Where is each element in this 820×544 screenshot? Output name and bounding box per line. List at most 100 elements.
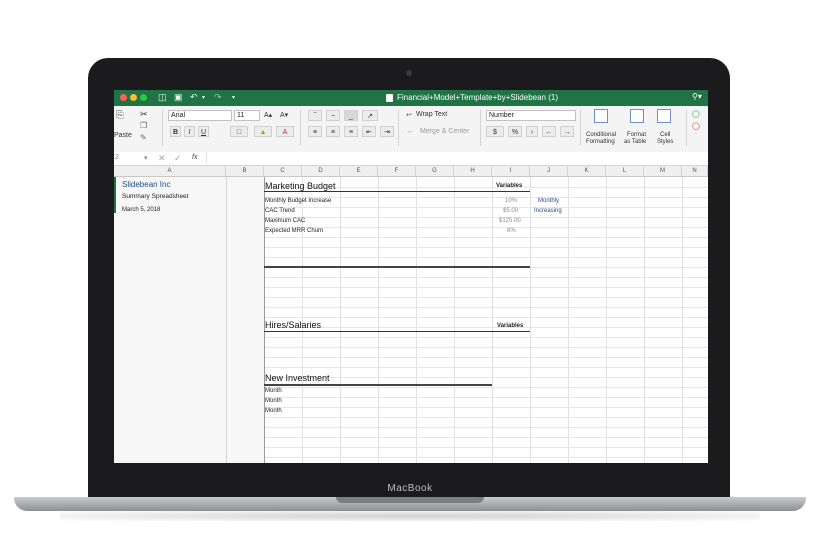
delete-cells-icon[interactable]: ◯ [692, 122, 700, 130]
summary-panel [114, 177, 264, 463]
format-painter-icon[interactable]: ✎ [140, 133, 147, 142]
save-icon[interactable]: ▣ [174, 92, 183, 103]
align-center-icon[interactable]: ≡ [326, 126, 340, 137]
column-header[interactable]: B [226, 166, 264, 177]
conditional-formatting-label-2[interactable]: Formatting [586, 139, 615, 145]
search-icon[interactable]: ⚲▾ [692, 92, 702, 101]
number-format-select[interactable]: Number [486, 110, 576, 121]
section-underline [264, 191, 530, 192]
variable-value[interactable]: 8% [507, 228, 516, 234]
shrink-font-button[interactable]: A▾ [280, 111, 288, 119]
variable-label: Maximum CAC [265, 218, 306, 224]
currency-button[interactable]: $ [486, 126, 504, 137]
column-header[interactable]: G [416, 166, 454, 177]
increase-decimal-icon[interactable]: ← [542, 126, 556, 137]
format-as-table-icon[interactable] [630, 109, 644, 123]
italic-button[interactable]: I [184, 126, 195, 137]
ribbon-separator [162, 110, 163, 146]
grid-row-line [264, 337, 708, 338]
section-underline [264, 384, 492, 386]
variable-value[interactable]: $125.00 [499, 218, 521, 224]
camera-icon [406, 70, 412, 76]
align-bottom-icon[interactable]: _ [344, 110, 358, 121]
sidebar-toggle-icon[interactable]: ◫ [158, 92, 167, 103]
laptop-shadow [60, 511, 760, 521]
format-as-table-label-2[interactable]: as Table [624, 139, 646, 145]
redo-icon[interactable]: ↷ [214, 92, 222, 103]
grid-column-line [416, 177, 417, 463]
cell-styles-label-2[interactable]: Styles [657, 139, 673, 145]
customize-toolbar-icon[interactable]: ▾ [232, 94, 235, 101]
grid-row-line [264, 277, 708, 278]
decrease-decimal-icon[interactable]: → [560, 126, 574, 137]
cell-styles-icon[interactable] [657, 109, 671, 123]
column-header[interactable]: M [644, 166, 682, 177]
column-header[interactable]: F [378, 166, 416, 177]
column-header[interactable]: D [302, 166, 340, 177]
paste-button[interactable]: Paste [114, 132, 132, 139]
grid-row-line [264, 457, 708, 458]
name-box[interactable]: 2 [115, 154, 119, 161]
font-color-icon[interactable]: A [276, 126, 294, 137]
undo-icon[interactable]: ↶ [190, 92, 198, 103]
font-name-select[interactable]: Arial [168, 110, 232, 121]
conditional-formatting-icon[interactable] [594, 109, 608, 123]
grow-font-button[interactable]: A▴ [264, 111, 272, 119]
window-title: Financial+Model+Template+by+Slidebean (1… [397, 93, 558, 102]
clipboard-icon[interactable]: ⎘ [116, 110, 124, 121]
cancel-entry-icon[interactable]: ✕ [158, 153, 166, 164]
name-box-dropdown-icon[interactable]: ▾ [144, 154, 148, 162]
align-right-icon[interactable]: ≡ [344, 126, 358, 137]
underline-button[interactable]: U [198, 126, 209, 137]
minimize-window-icon[interactable] [130, 94, 137, 101]
grid-row-line [264, 327, 708, 328]
percent-button[interactable]: % [508, 126, 522, 137]
align-middle-icon[interactable]: − [326, 110, 340, 121]
orientation-icon[interactable]: ↗ [362, 110, 378, 121]
align-left-icon[interactable]: ≡ [308, 126, 322, 137]
column-header[interactable]: A [114, 166, 226, 177]
close-window-icon[interactable] [120, 94, 127, 101]
wrap-text-button[interactable]: Wrap Text [416, 111, 447, 118]
decrease-indent-icon[interactable]: ⇤ [362, 126, 376, 137]
column-header[interactable]: H [454, 166, 492, 177]
column-header[interactable]: C [264, 166, 302, 177]
ribbon-separator [686, 110, 687, 146]
grid-column-line [378, 177, 379, 463]
column-header[interactable]: N [682, 166, 708, 177]
column-header[interactable]: J [530, 166, 568, 177]
borders-icon[interactable]: □ [230, 126, 248, 137]
increase-indent-icon[interactable]: ⇥ [380, 126, 394, 137]
summary-date: March 5, 2018 [122, 207, 161, 213]
fill-color-icon[interactable]: ▲ [254, 126, 272, 137]
cell-styles-label-1[interactable]: Cell [660, 132, 670, 138]
grid-row-line [264, 307, 708, 308]
variable-value[interactable]: $5.00 [503, 208, 518, 214]
cut-icon[interactable]: ✂ [140, 109, 148, 120]
column-header[interactable]: I [492, 166, 530, 177]
grid-row-line [264, 437, 708, 438]
bold-button[interactable]: B [170, 126, 181, 137]
formula-bar: 2 ▾ ✕ ✓ fx [114, 152, 708, 166]
comma-style-button[interactable]: › [526, 126, 538, 137]
grid-row-line [264, 207, 708, 208]
copy-icon[interactable]: ❐ [140, 121, 147, 130]
conditional-formatting-label-1[interactable]: Conditional [586, 132, 616, 138]
align-top-icon[interactable]: ‾ [308, 110, 322, 121]
column-header[interactable]: E [340, 166, 378, 177]
column-header[interactable]: K [568, 166, 606, 177]
zoom-window-icon[interactable] [140, 94, 147, 101]
confirm-entry-icon[interactable]: ✓ [174, 153, 182, 164]
spreadsheet-grid[interactable]: A B C D E F G H I J K L M N Slidebean In… [114, 166, 708, 463]
ribbon-separator [580, 110, 581, 146]
insert-cells-icon[interactable]: ◯ [692, 110, 700, 118]
variable-value[interactable]: 10% [505, 198, 517, 204]
format-as-table-label-1[interactable]: Format [627, 132, 646, 138]
merge-center-button[interactable]: Merge & Center [420, 128, 469, 135]
grid-row-line [264, 257, 708, 258]
column-header[interactable]: L [606, 166, 644, 177]
formula-input[interactable] [206, 153, 707, 163]
chevron-down-icon[interactable]: ▾ [202, 94, 205, 101]
font-size-select[interactable]: 11 [234, 110, 260, 121]
insert-function-button[interactable]: fx [192, 154, 197, 161]
